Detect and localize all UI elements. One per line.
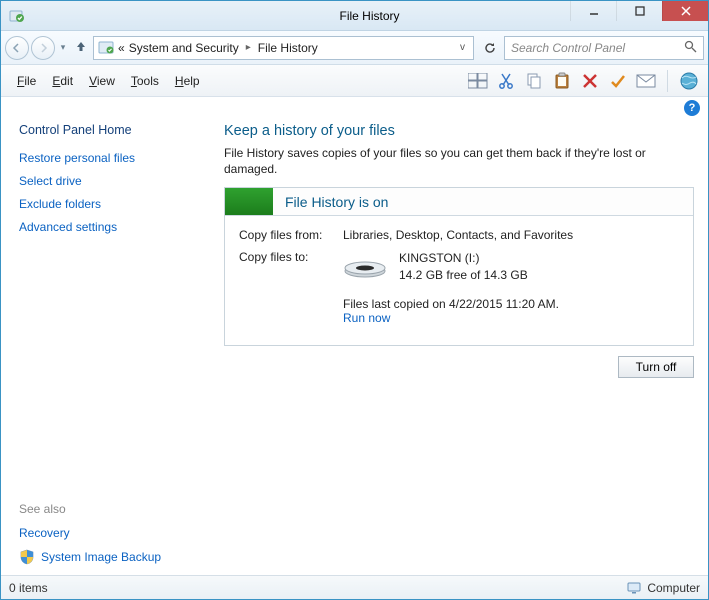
status-title: File History is on bbox=[273, 194, 388, 210]
status-body: Copy files from: Libraries, Desktop, Con… bbox=[225, 216, 693, 344]
title-bar: File History bbox=[1, 1, 708, 31]
mail-icon[interactable] bbox=[635, 70, 657, 92]
breadcrumb-prefix: « bbox=[118, 41, 125, 55]
copy-icon[interactable] bbox=[523, 70, 545, 92]
history-dropdown-icon[interactable]: ▾ bbox=[57, 42, 69, 53]
status-bar: 0 items Computer bbox=[1, 575, 708, 599]
sidebar-link-restore[interactable]: Restore personal files bbox=[19, 151, 196, 165]
menu-help[interactable]: Help bbox=[167, 70, 208, 92]
toolbar-icons bbox=[467, 70, 700, 92]
toolbar-separator bbox=[667, 70, 668, 92]
navigation-bar: ▾ « System and Security ▸ File History v… bbox=[1, 31, 708, 65]
computer-icon bbox=[627, 582, 641, 594]
minimize-button[interactable] bbox=[570, 1, 616, 21]
turn-off-button[interactable]: Turn off bbox=[618, 356, 694, 378]
up-button[interactable] bbox=[71, 39, 91, 56]
back-button[interactable] bbox=[5, 36, 29, 60]
breadcrumb-item[interactable]: System and Security bbox=[129, 41, 239, 55]
status-on-indicator bbox=[225, 188, 273, 215]
address-dropdown-icon[interactable]: v bbox=[456, 42, 469, 53]
run-now-link[interactable]: Run now bbox=[343, 311, 390, 325]
menu-file[interactable]: File bbox=[9, 70, 44, 92]
check-icon[interactable] bbox=[607, 70, 629, 92]
statusbar-location: Computer bbox=[647, 581, 700, 595]
page-description: File History saves copies of your files … bbox=[224, 145, 694, 177]
window-icon bbox=[1, 8, 31, 24]
maximize-button[interactable] bbox=[616, 1, 662, 21]
refresh-button[interactable] bbox=[478, 36, 502, 60]
control-panel-icon bbox=[98, 40, 114, 56]
sidebar: Control Panel Home Restore personal file… bbox=[1, 119, 206, 575]
search-input[interactable]: Search Control Panel bbox=[504, 36, 704, 60]
main-panel: Keep a history of your files File Histor… bbox=[206, 119, 708, 575]
menu-bar: File Edit View Tools Help bbox=[1, 65, 708, 97]
control-panel-home-link[interactable]: Control Panel Home bbox=[19, 123, 196, 137]
forward-button[interactable] bbox=[31, 36, 55, 60]
windows-icon[interactable] bbox=[467, 70, 489, 92]
shield-icon bbox=[19, 549, 35, 565]
sidebar-link-exclude-folders[interactable]: Exclude folders bbox=[19, 197, 196, 211]
sidebar-link-advanced-settings[interactable]: Advanced settings bbox=[19, 220, 196, 234]
menu-tools[interactable]: Tools bbox=[123, 70, 167, 92]
last-copied-text: Files last copied on 4/22/2015 11:20 AM. bbox=[343, 297, 679, 311]
sidebar-link-select-drive[interactable]: Select drive bbox=[19, 174, 196, 188]
sidebar-link-system-image-backup[interactable]: System Image Backup bbox=[41, 550, 161, 564]
copy-to-label: Copy files to: bbox=[239, 250, 343, 324]
address-bar[interactable]: « System and Security ▸ File History v bbox=[93, 36, 474, 60]
menu-view[interactable]: View bbox=[81, 70, 123, 92]
close-button[interactable] bbox=[662, 1, 708, 21]
drive-free-space: 14.2 GB free of 14.3 GB bbox=[399, 267, 528, 283]
breadcrumb-item[interactable]: File History bbox=[258, 41, 318, 55]
see-also-heading: See also bbox=[19, 502, 196, 516]
breadcrumb-separator-icon: ▸ bbox=[243, 42, 254, 53]
page-heading: Keep a history of your files bbox=[224, 123, 694, 139]
copy-from-value: Libraries, Desktop, Contacts, and Favori… bbox=[343, 228, 679, 242]
drive-name: KINGSTON (I:) bbox=[399, 250, 528, 266]
cut-icon[interactable] bbox=[495, 70, 517, 92]
help-strip: ? bbox=[1, 97, 708, 119]
file-history-status-box: File History is on Copy files from: Libr… bbox=[224, 187, 694, 345]
paste-icon[interactable] bbox=[551, 70, 573, 92]
drive-icon bbox=[343, 252, 387, 280]
status-header: File History is on bbox=[225, 188, 693, 216]
content-body: Control Panel Home Restore personal file… bbox=[1, 119, 708, 575]
menu-edit[interactable]: Edit bbox=[44, 70, 81, 92]
search-placeholder: Search Control Panel bbox=[511, 41, 625, 55]
sidebar-link-recovery[interactable]: Recovery bbox=[19, 526, 196, 540]
search-icon bbox=[684, 40, 697, 56]
globe-icon[interactable] bbox=[678, 70, 700, 92]
help-icon[interactable]: ? bbox=[684, 100, 700, 116]
delete-icon[interactable] bbox=[579, 70, 601, 92]
copy-from-label: Copy files from: bbox=[239, 228, 343, 242]
statusbar-item-count: 0 items bbox=[9, 581, 48, 595]
